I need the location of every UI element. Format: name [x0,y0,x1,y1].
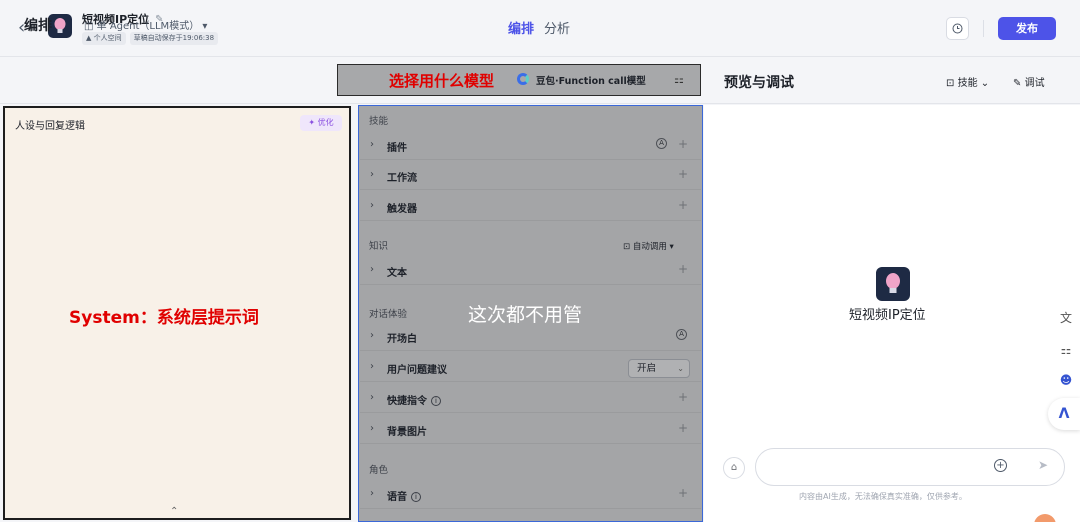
debug-button[interactable]: ✎ 调试 [1013,74,1045,89]
chevron-down-icon: ⌄ [677,364,684,373]
persona-title: 人设与回复逻辑 [15,121,85,132]
skill-icon: ⊡ [946,78,955,89]
tab-arrange[interactable]: 编排 [508,18,534,37]
add-voice-icon[interactable]: + [678,486,688,500]
tab-analysis[interactable]: 分析 [544,18,570,37]
main-tabs: 编排 分析 [508,18,570,37]
row-label: 用户问题建议 [387,365,447,376]
auto-call-label: 自动调用 [632,242,667,252]
chevron-right-icon: › [370,200,374,211]
publish-button[interactable]: 发布 [998,17,1056,40]
skill-label: 技能 [957,78,978,89]
history-button[interactable] [946,17,969,40]
collapse-up-icon[interactable]: ⌃ [170,506,178,517]
chevron-right-icon: › [370,169,374,180]
section-dialog: 对话体验 [369,309,408,320]
info-icon: i [411,492,421,502]
auto-call-icon: ⊡ [623,242,631,252]
preview-bot-avatar [876,267,910,301]
suggestion-value: 开启 [637,363,657,374]
ai-disclaimer: 内容由AI生成，无法确保真实准确，仅供参考。 [799,492,967,501]
optimize-button[interactable]: ✦ 优化 [300,115,342,131]
add-workflow-icon[interactable]: + [678,167,688,181]
chevron-right-icon: › [370,264,374,275]
chevron-right-icon: › [370,423,374,434]
model-name[interactable]: 豆包·Function call模型 [536,73,646,87]
row-text[interactable]: › 文本 + [360,256,701,285]
chat-input[interactable] [755,448,1065,486]
assistant-face-icon[interactable]: ☻ [1054,368,1078,392]
chevron-right-icon: › [370,139,374,150]
row-shortcut[interactable]: › 快捷指令 i + [360,384,701,413]
row-background[interactable]: › 背景图片 + [360,415,701,444]
debug-icon: ✎ [1013,78,1022,89]
skill-dropdown[interactable]: ⊡ 技能 ⌄ [946,74,989,89]
sparkle-icon: ✦ [308,118,316,127]
space-tag: ▲ 个人空间 [82,32,126,45]
auto-a-icon[interactable]: A [676,329,687,340]
row-label: 工作流 [387,173,417,184]
draft-saved-tag: 草稿自动保存于19:06:38 [129,32,219,45]
bot-meta: ▲ 个人空间 草稿自动保存于19:06:38 [82,32,219,45]
row-label: 背景图片 [387,427,427,438]
lightbulb-icon [886,273,900,293]
section-skills: 技能 [369,116,389,127]
auto-a-icon[interactable]: A [656,138,667,149]
translate-icon[interactable]: 文 [1054,306,1078,330]
chevron-right-icon: › [370,488,374,499]
chevron-down-icon: ⌄ [980,78,990,89]
chevron-right-icon: › [370,361,374,372]
agent-mode-selector[interactable]: ◫ 单 Agent（LLM模式） ▾ [84,17,207,32]
attach-plus-icon[interactable]: + [994,459,1007,472]
agent-mode-label: 单 Agent（LLM模式） [96,21,200,32]
row-workflow[interactable]: › 工作流 + [360,161,701,190]
row-label: 插件 [387,143,407,154]
section-knowledge: 知识 [369,241,389,252]
add-shortcut-icon[interactable]: + [678,390,688,404]
arrange-heading: 编排 [24,18,52,34]
preview-heading: 预览与调试 [724,75,794,91]
debug-label: 调试 [1024,78,1045,89]
suggestion-select[interactable]: 开启 ⌄ [628,359,690,378]
row-label: 快捷指令 i [387,392,441,407]
add-text-icon[interactable]: + [678,262,688,276]
row-plugin[interactable]: › 插件 A + [360,131,701,160]
row-opening[interactable]: › 开场白 A [360,322,701,351]
agent-mode-icon: ◫ [84,21,94,32]
chevron-right-icon: › [370,330,374,341]
add-background-icon[interactable]: + [678,421,688,435]
info-icon: i [431,396,441,406]
preview-bot-name: 短视频IP定位 [849,308,926,323]
row-label: 语音 i [387,488,421,503]
caret-down-icon: ▾ [202,21,208,32]
row-trigger[interactable]: › 触发器 + [360,192,701,221]
add-trigger-icon[interactable]: + [678,198,688,212]
row-voice[interactable]: › 语音 i + [360,480,701,509]
clear-history-icon[interactable]: ⌂ [723,457,745,479]
model-settings-icon[interactable]: ⚏ [674,73,684,86]
caret-down-icon: ▾ [669,242,674,252]
apps-icon[interactable]: ⚏ [1054,338,1078,362]
add-plugin-icon[interactable]: + [678,137,688,151]
optimize-label: 优化 [317,118,334,127]
divider [983,20,984,37]
chevron-right-icon: › [370,392,374,403]
row-label: 触发器 [387,204,417,215]
system-annotation: System：系统层提示词 [69,308,259,328]
send-icon[interactable]: ➤ [1038,458,1048,472]
section-role: 角色 [369,465,389,476]
row-label: 开场白 [387,334,417,345]
row-label: 文本 [387,268,407,279]
doubao-model-icon [517,73,529,85]
model-annotation: 选择用什么模型 [389,72,495,90]
auto-call-dropdown[interactable]: ⊡ 自动调用 ▾ [623,240,674,252]
lightbulb-icon [54,18,66,33]
ai-logo-icon[interactable]: Λ [1048,398,1080,430]
clock-icon [952,23,963,34]
